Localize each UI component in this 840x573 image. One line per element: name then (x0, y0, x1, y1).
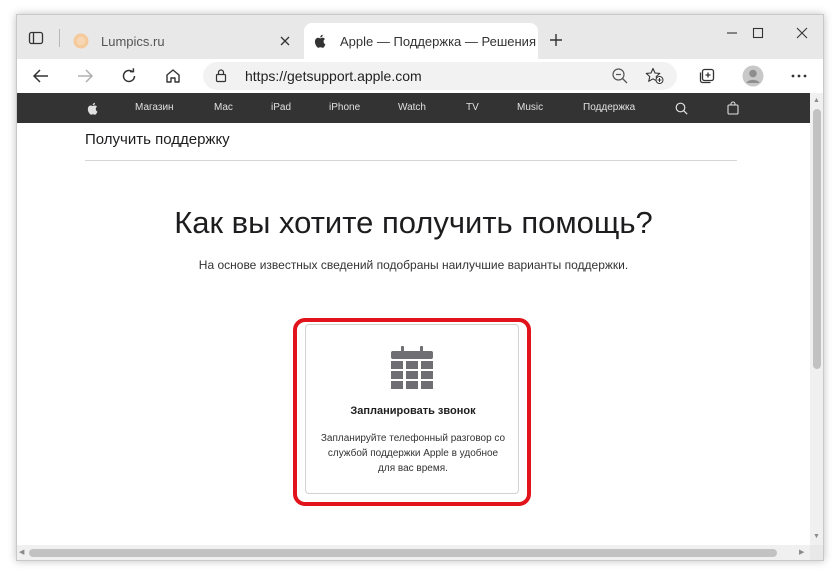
close-tab-icon[interactable] (275, 31, 295, 51)
close-window-icon[interactable] (779, 21, 823, 45)
page-subtitle: На основе известных сведений подобраны н… (198, 258, 629, 272)
new-tab-icon[interactable] (545, 29, 567, 51)
more-menu-icon[interactable] (785, 63, 813, 89)
shopping-bag-icon[interactable] (726, 101, 740, 115)
nav-item-support[interactable]: Поддержка (583, 93, 635, 123)
browser-toolbar: https://getsupport.apple.com (17, 59, 823, 93)
add-favorite-icon[interactable] (645, 67, 665, 90)
horizontal-scrollbar[interactable]: ◀ ▶ (17, 545, 810, 560)
page-title: Как вы хотите получить помощь? (174, 205, 653, 240)
horizontal-scroll-thumb[interactable] (29, 549, 777, 557)
scrollbar-corner (810, 545, 823, 560)
address-bar[interactable]: https://getsupport.apple.com (203, 62, 677, 90)
nav-item-store[interactable]: Магазин (135, 93, 174, 123)
scroll-up-icon[interactable]: ▲ (813, 97, 820, 105)
tab-actions-icon[interactable] (25, 27, 47, 49)
nav-item-iphone[interactable]: iPhone (329, 93, 360, 123)
maximize-icon[interactable] (735, 21, 781, 45)
tab-title: Lumpics.ru (101, 33, 165, 49)
scroll-right-icon[interactable]: ▶ (799, 549, 804, 557)
nav-item-tv[interactable]: TV (466, 93, 479, 123)
tab-title: Apple — Поддержка — Решения (340, 33, 536, 49)
scroll-down-icon[interactable]: ▼ (813, 533, 820, 541)
nav-item-music[interactable]: Music (517, 93, 543, 123)
forward-icon[interactable] (71, 63, 99, 89)
section-title: Получить поддержку (85, 131, 230, 148)
page-viewport: Магазин Mac iPad iPhone Watch TV Music П… (17, 93, 810, 545)
collections-icon[interactable] (693, 63, 721, 89)
section-header: Получить поддержку (85, 131, 737, 161)
vertical-scrollbar[interactable]: ▲ ▼ (810, 93, 823, 545)
tab-strip: Lumpics.ru Apple — Поддержка — Решения (17, 15, 823, 59)
tab-apple-support[interactable]: Apple — Поддержка — Решения (304, 23, 538, 59)
lumpics-favicon (73, 33, 89, 49)
nav-item-mac[interactable]: Mac (214, 93, 233, 123)
calendar-icon (390, 345, 434, 396)
back-icon[interactable] (27, 63, 55, 89)
url-text[interactable]: https://getsupport.apple.com (245, 68, 422, 84)
apple-global-nav: Магазин Mac iPad iPhone Watch TV Music П… (17, 93, 810, 123)
card-description: Запланируйте телефонный разговор со служ… (320, 433, 506, 474)
lock-icon[interactable] (215, 68, 227, 88)
zoom-out-icon[interactable] (611, 67, 629, 90)
tab-lumpics[interactable]: Lumpics.ru (65, 23, 301, 59)
apple-logo-icon[interactable] (85, 101, 99, 115)
nav-item-watch[interactable]: Watch (398, 93, 426, 123)
schedule-call-card[interactable]: Запланировать звонок Запланируйте телефо… (305, 324, 519, 494)
profile-avatar-icon[interactable] (739, 63, 767, 89)
tab-separator (59, 29, 60, 47)
browser-window: Lumpics.ru Apple — Поддержка — Решения h… (16, 14, 824, 561)
card-title: Запланировать звонок (350, 405, 476, 417)
apple-logo-icon (312, 33, 328, 49)
search-icon[interactable] (674, 101, 688, 115)
scroll-left-icon[interactable]: ◀ (19, 549, 24, 557)
refresh-icon[interactable] (115, 63, 143, 89)
vertical-scroll-thumb[interactable] (813, 109, 821, 369)
nav-item-ipad[interactable]: iPad (271, 93, 291, 123)
home-icon[interactable] (159, 63, 187, 89)
